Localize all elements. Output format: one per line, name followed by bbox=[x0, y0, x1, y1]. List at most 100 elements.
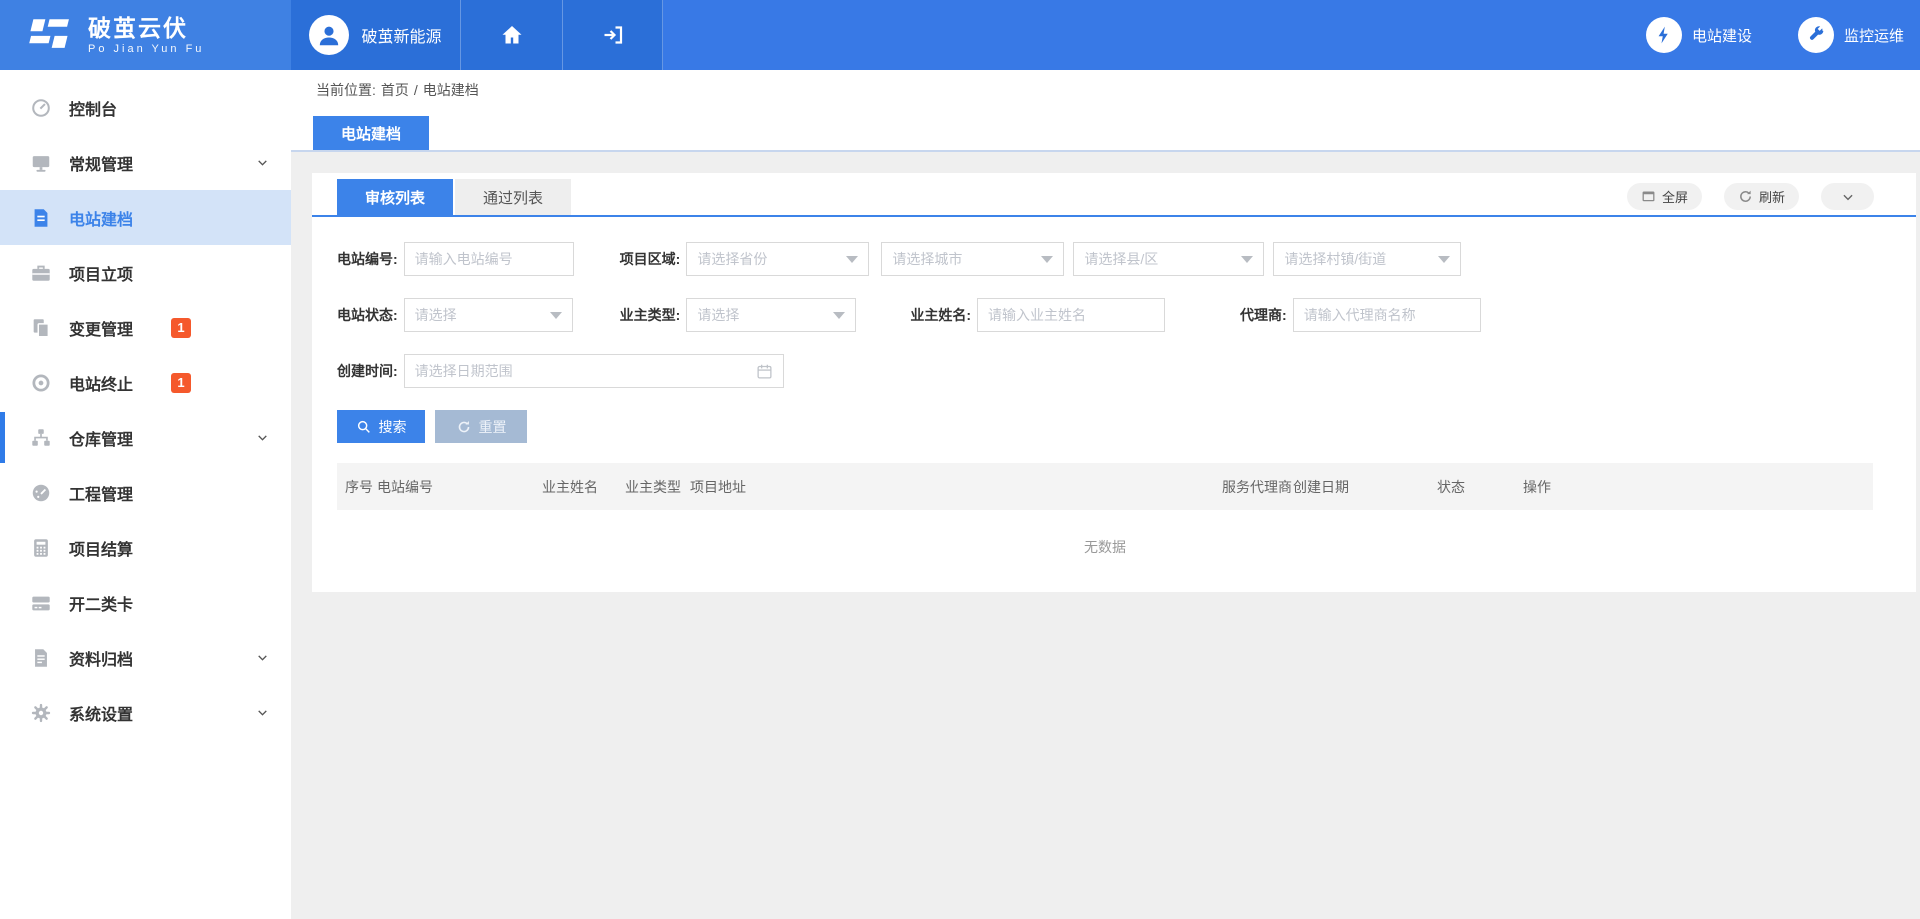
owner-type-select[interactable]: 请选择 bbox=[686, 298, 856, 332]
filter-owner-type: 业主类型: 请选择 bbox=[620, 298, 857, 332]
page-tab-bar: 电站建档 bbox=[291, 110, 1920, 152]
tab-review-list[interactable]: 审核列表 bbox=[337, 179, 453, 215]
calendar-icon bbox=[756, 363, 773, 380]
province-select[interactable]: 请选择省份 bbox=[686, 242, 869, 276]
county-select[interactable]: 请选择县/区 bbox=[1073, 242, 1264, 276]
owner-type-label: 业主类型: bbox=[620, 305, 681, 325]
sidebar-item-data-archive[interactable]: 资料归档 bbox=[0, 630, 291, 685]
gear-icon bbox=[30, 702, 52, 724]
monitor-icon bbox=[30, 152, 52, 174]
col-actions: 操作 bbox=[1523, 477, 1873, 497]
sidebar-item-project-initiation[interactable]: 项目立项 bbox=[0, 245, 291, 300]
sidebar-item-engineering-mgmt[interactable]: 工程管理 bbox=[0, 465, 291, 520]
sidebar-item-general-mgmt[interactable]: 常规管理 bbox=[0, 135, 291, 190]
archive-icon bbox=[30, 647, 52, 669]
search-button[interactable]: 搜索 bbox=[337, 410, 425, 443]
sidebar-item-label: 变更管理 bbox=[69, 316, 133, 340]
breadcrumb-separator: / bbox=[414, 82, 418, 98]
city-placeholder: 请选择城市 bbox=[892, 249, 962, 269]
owner-name-input[interactable] bbox=[977, 298, 1165, 332]
logout-icon bbox=[601, 23, 625, 47]
sidebar: 控制台 常规管理 电站建档 bbox=[0, 70, 291, 919]
town-select[interactable]: 请选择村镇/街道 bbox=[1273, 242, 1461, 276]
fullscreen-label: 全屏 bbox=[1662, 187, 1688, 206]
reset-label: 重置 bbox=[479, 417, 507, 437]
card-icon bbox=[30, 592, 52, 614]
breadcrumb-current: 电站建档 bbox=[423, 80, 479, 100]
filter-create-time: 创建时间: 请选择日期范围 bbox=[337, 354, 784, 388]
gauge-icon bbox=[30, 97, 52, 119]
search-label: 搜索 bbox=[379, 417, 407, 437]
sidebar-item-label: 电站建档 bbox=[69, 206, 133, 230]
col-owner-name: 业主姓名 bbox=[542, 477, 625, 497]
town-placeholder: 请选择村镇/街道 bbox=[1284, 249, 1386, 269]
header-mode-switch: 电站建设 监控运维 bbox=[1646, 0, 1920, 70]
collapse-button[interactable] bbox=[1821, 183, 1874, 210]
owner-name-label: 业主姓名: bbox=[910, 305, 971, 325]
chevron-down-icon bbox=[1841, 190, 1855, 204]
lightning-icon bbox=[1646, 17, 1682, 53]
create-time-label: 创建时间: bbox=[337, 361, 398, 381]
sidebar-item-label: 开二类卡 bbox=[69, 591, 133, 615]
reset-icon bbox=[456, 419, 472, 435]
select-caret-icon bbox=[1438, 256, 1450, 263]
sidebar-item-project-settlement[interactable]: 项目结算 bbox=[0, 520, 291, 575]
filter-region: 项目区域: 请选择省份 请选择城市 请选择县/区 bbox=[620, 242, 1462, 276]
panel-tab-bar: 审核列表 通过列表 全屏 bbox=[312, 173, 1916, 217]
sidebar-item-console[interactable]: 控制台 bbox=[0, 80, 291, 135]
top-header: 破茧云伏 Po Jian Yun Fu 破茧新能源 bbox=[0, 0, 1920, 70]
owner-type-placeholder: 请选择 bbox=[697, 305, 739, 325]
county-placeholder: 请选择县/区 bbox=[1084, 249, 1158, 269]
change-mgmt-badge: 1 bbox=[171, 318, 191, 338]
logout-button[interactable] bbox=[563, 0, 663, 70]
calculator-icon bbox=[30, 537, 52, 559]
sidebar-item-warehouse-mgmt[interactable]: 仓库管理 bbox=[0, 410, 291, 465]
select-caret-icon bbox=[846, 256, 858, 263]
fullscreen-button[interactable]: 全屏 bbox=[1627, 183, 1702, 210]
col-project-address: 项目地址 bbox=[690, 477, 1222, 497]
date-range-picker[interactable]: 请选择日期范围 bbox=[404, 354, 784, 388]
select-caret-icon bbox=[550, 312, 562, 319]
chevron-down-icon bbox=[256, 431, 269, 444]
agent-input[interactable] bbox=[1293, 298, 1481, 332]
page-tab-station-filing[interactable]: 电站建档 bbox=[313, 116, 429, 150]
chevron-down-icon bbox=[256, 651, 269, 664]
home-button[interactable] bbox=[461, 0, 563, 70]
sidebar-item-label: 项目立项 bbox=[69, 261, 133, 285]
content-area: 当前位置: 首页 / 电站建档 电站建档 审核列表 通过列表 bbox=[291, 70, 1920, 919]
breadcrumb-home[interactable]: 首页 bbox=[381, 80, 409, 100]
refresh-button[interactable]: 刷新 bbox=[1724, 183, 1799, 210]
station-status-select[interactable]: 请选择 bbox=[404, 298, 573, 332]
city-select[interactable]: 请选择城市 bbox=[881, 242, 1064, 276]
station-status-placeholder: 请选择 bbox=[415, 305, 457, 325]
col-owner-type: 业主类型 bbox=[625, 477, 690, 497]
fullscreen-icon bbox=[1641, 189, 1656, 204]
results-table: 序号 电站编号 业主姓名 业主类型 项目地址 服务代理商 创建日期 状态 操作 … bbox=[337, 463, 1873, 584]
user-account[interactable]: 破茧新能源 bbox=[291, 0, 461, 70]
col-create-date: 创建日期 bbox=[1293, 477, 1437, 497]
sidebar-item-station-termination[interactable]: 电站终止 1 bbox=[0, 355, 291, 410]
filter-row-1: 电站编号: 项目区域: 请选择省份 请选择城市 bbox=[337, 242, 1916, 276]
panel-toolbar: 全屏 刷新 bbox=[1627, 183, 1916, 210]
sidebar-item-label: 系统设置 bbox=[69, 701, 133, 725]
sidebar-item-system-settings[interactable]: 系统设置 bbox=[0, 685, 291, 740]
sidebar-item-station-filing[interactable]: 电站建档 bbox=[0, 190, 291, 245]
tab-passed-list[interactable]: 通过列表 bbox=[455, 179, 571, 215]
select-caret-icon bbox=[1241, 256, 1253, 263]
station-no-input[interactable] bbox=[404, 242, 574, 276]
mode-station-build[interactable]: 电站建设 bbox=[1646, 17, 1752, 53]
main-panel: 审核列表 通过列表 全屏 bbox=[312, 173, 1916, 592]
sidebar-item-open-class2-card[interactable]: 开二类卡 bbox=[0, 575, 291, 630]
sidebar-item-label: 控制台 bbox=[69, 96, 117, 120]
wrench-icon bbox=[1798, 17, 1834, 53]
app-window: 破茧云伏 Po Jian Yun Fu 破茧新能源 bbox=[0, 0, 1920, 919]
empty-state: 无数据 bbox=[337, 510, 1873, 584]
chevron-down-icon bbox=[256, 706, 269, 719]
reset-button[interactable]: 重置 bbox=[435, 410, 527, 443]
sidebar-item-change-mgmt[interactable]: 变更管理 1 bbox=[0, 300, 291, 355]
breadcrumb: 当前位置: 首页 / 电站建档 bbox=[291, 70, 1920, 110]
main-layout: 控制台 常规管理 电站建档 bbox=[0, 70, 1920, 919]
mode-monitor-ops[interactable]: 监控运维 bbox=[1798, 17, 1904, 53]
select-caret-icon bbox=[1041, 256, 1053, 263]
station-termination-badge: 1 bbox=[171, 373, 191, 393]
